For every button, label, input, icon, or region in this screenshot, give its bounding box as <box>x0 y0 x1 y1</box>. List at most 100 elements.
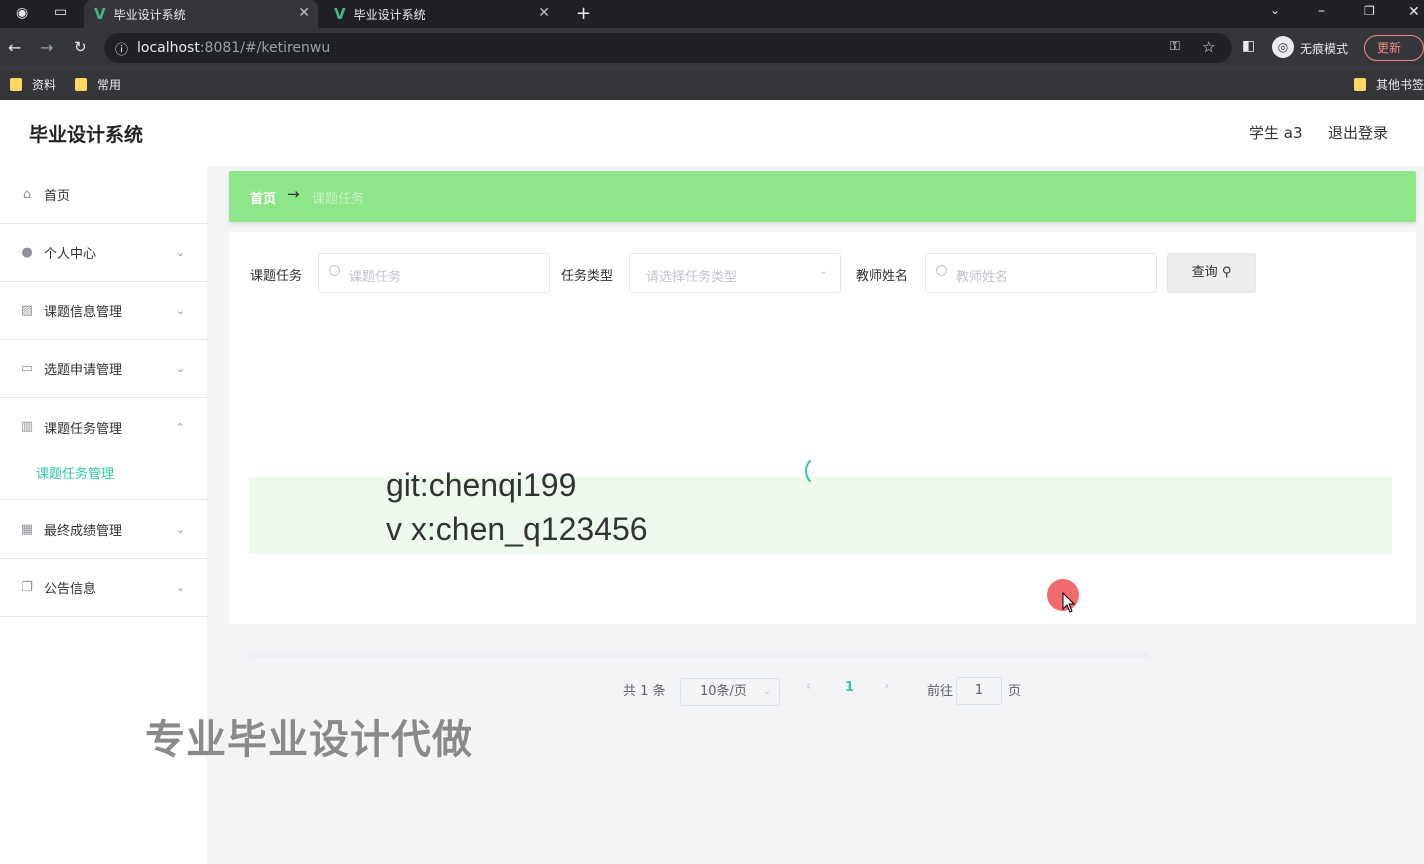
next-page-icon[interactable]: › <box>884 679 889 694</box>
tab-title: 毕业设计系统 <box>113 7 186 22</box>
placeholder: 教师姓名 <box>956 270 1009 285</box>
bookmark-star-icon[interactable]: ☆ <box>1202 38 1215 56</box>
chart-icon: ▨ <box>20 302 34 318</box>
bookmark-folder-other[interactable]: 其他书签 <box>1354 76 1424 93</box>
current-user: 学生 a3 <box>1249 124 1303 142</box>
tab-list-icon[interactable]: ⌄ <box>1270 3 1280 17</box>
tab-title: 毕业设计系统 <box>353 7 426 22</box>
task-label: 课题任务 <box>250 269 303 284</box>
task-type-select[interactable]: 请选择任务类型 ⌄ <box>629 253 841 293</box>
close-window-icon[interactable]: ✕ <box>1408 4 1420 20</box>
watermark-git: git:chenqi199 <box>386 467 577 503</box>
bookmarks-bar: 资料 常用 其他书签 <box>0 68 1424 100</box>
logout-link[interactable]: 退出登录 <box>1328 122 1388 143</box>
app-title: 毕业设计系统 <box>29 124 144 146</box>
type-label: 任务类型 <box>561 269 614 284</box>
folder-icon <box>10 78 22 91</box>
key-icon[interactable]: ⚿ <box>1170 39 1180 54</box>
vue-logo-icon: V <box>334 5 346 23</box>
sidebar-item-topic-application[interactable]: ▭ 选题申请管理 ⌄ <box>0 340 207 398</box>
app-header: 毕业设计系统 学生 a3 退出登录 <box>0 100 1424 166</box>
sidebar-subitem-topic-task[interactable]: 课题任务管理 <box>0 450 207 500</box>
browser-tab-2[interactable]: V 毕业设计系统 ✕ <box>324 0 558 28</box>
reload-icon[interactable]: ↻ <box>74 38 87 56</box>
teacher-label: 教师姓名 <box>856 269 909 284</box>
sidebar-item-home[interactable]: ⌂ 首页 <box>0 166 207 224</box>
watermark-wechat: v x:chen_q123456 <box>386 511 648 547</box>
grid-icon: ▦ <box>20 521 34 537</box>
sidebar-item-label: 个人中心 <box>44 247 97 262</box>
chevron-down-icon: ⌄ <box>175 246 185 259</box>
sidebar-item-label: 课题任务管理 <box>44 421 123 437</box>
search-icon <box>329 265 340 276</box>
chevron-down-icon: ⌄ <box>762 686 771 697</box>
folder-icon <box>1354 78 1366 91</box>
browser-tabbar: ◉ ▭ V 毕业设计系统 ✕ V 毕业设计系统 ✕ + ⌄ – ❐ ✕ <box>0 0 1424 28</box>
chevron-down-icon: ⌄ <box>175 304 185 317</box>
breadcrumb-separator: → <box>287 185 300 203</box>
update-button[interactable]: 更新 <box>1364 35 1424 61</box>
vue-logo-icon: V <box>94 5 106 23</box>
sidebar-item-label: 选题申请管理 <box>44 363 123 378</box>
browser-toolbar: ← → ↻ ⓘ localhost:8081/#/ketirenwu ⚿ ☆ ◧… <box>0 28 1424 68</box>
query-button[interactable]: 查询 ⚲ <box>1167 253 1256 293</box>
sidebar-item-profile[interactable]: ● 个人中心 ⌄ <box>0 224 207 282</box>
goto-label: 前往 <box>927 684 954 699</box>
restore-icon[interactable]: ❐ <box>1364 4 1375 18</box>
sidebar-item-topic-info[interactable]: ▨ 课题信息管理 ⌄ <box>0 282 207 340</box>
side-panel-icon[interactable]: ◧ <box>1242 38 1255 54</box>
chevron-up-icon: ⌃ <box>175 420 185 434</box>
current-page[interactable]: 1 <box>845 680 854 695</box>
folder-icon <box>75 78 87 91</box>
breadcrumb-current: 课题任务 <box>312 192 365 207</box>
page-suffix: 页 <box>1008 684 1022 699</box>
browser-menu-icon[interactable]: ◉ <box>16 5 28 21</box>
loading-spinner <box>805 455 837 487</box>
books-icon: ▥ <box>20 419 34 434</box>
message-icon: ▭ <box>20 360 34 376</box>
table-scrollbar[interactable] <box>249 652 1149 658</box>
breadcrumb-home[interactable]: 首页 <box>250 188 276 207</box>
sidebar-item-topic-task[interactable]: ▥ 课题任务管理 ⌃ <box>0 398 207 456</box>
goto-page-input[interactable]: 1 <box>956 677 1002 705</box>
placeholder: 课题任务 <box>349 270 402 285</box>
minimize-icon[interactable]: – <box>1318 3 1325 19</box>
site-info-icon[interactable]: ⓘ <box>115 39 128 58</box>
teacher-name-input[interactable]: 教师姓名 <box>925 253 1157 293</box>
sidebar-item-label: 最终成绩管理 <box>44 524 123 539</box>
back-icon[interactable]: ← <box>8 38 21 57</box>
sidebar-item-label: 首页 <box>44 189 71 204</box>
incognito-icon[interactable]: ◎ <box>1272 36 1294 58</box>
forward-icon[interactable]: → <box>40 38 53 57</box>
incognito-label: 无痕模式 <box>1300 42 1349 56</box>
sidebar-item-label: 课题信息管理 <box>44 305 123 320</box>
main-panel: 课题任务 课题任务 任务类型 请选择任务类型 ⌄ 教师姓名 教师姓名 查询 ⚲ … <box>229 232 1416 706</box>
placeholder: 请选择任务类型 <box>646 270 738 285</box>
sidebar-item-final-grade[interactable]: ▦ 最终成绩管理 ⌄ <box>0 501 207 559</box>
prev-page-icon[interactable]: ‹ <box>806 679 811 694</box>
chevron-down-icon: ⌄ <box>175 523 185 536</box>
search-icon: ⚲ <box>1221 265 1232 280</box>
bookmark-folder-changyong[interactable]: 常用 <box>75 76 121 93</box>
chevron-down-icon: ⌄ <box>818 264 828 277</box>
close-tab-icon[interactable]: ✕ <box>538 5 550 21</box>
mouse-cursor-icon <box>1062 592 1076 613</box>
watermark-ad: 专业毕业设计代做 <box>145 717 473 763</box>
task-search-input[interactable]: 课题任务 <box>318 253 550 293</box>
address-bar[interactable]: ⓘ localhost:8081/#/ketirenwu ⚿ ☆ <box>104 33 1232 63</box>
bookmark-folder-ziliao[interactable]: 资料 <box>10 76 56 93</box>
close-tab-icon[interactable]: ✕ <box>298 5 310 21</box>
url-text: localhost:8081/#/ketirenwu <box>137 40 331 56</box>
copy-icon: ❐ <box>21 579 33 595</box>
breadcrumb: 首页 → 课题任务 <box>229 171 1416 222</box>
home-icon: ⌂ <box>22 186 32 202</box>
search-icon <box>936 265 947 276</box>
user-icon: ● <box>21 244 33 260</box>
page-size-select[interactable]: 10条/页 ⌄ <box>680 678 780 706</box>
browser-tab-1[interactable]: V 毕业设计系统 ✕ <box>84 0 318 28</box>
tab-search-icon[interactable]: ▭ <box>54 4 67 20</box>
chevron-down-icon: ⌄ <box>175 581 185 594</box>
total-count: 共 1 条 <box>623 684 666 699</box>
sidebar-item-announcement[interactable]: ❐ 公告信息 ⌄ <box>0 559 207 617</box>
new-tab-icon[interactable]: + <box>576 3 591 24</box>
